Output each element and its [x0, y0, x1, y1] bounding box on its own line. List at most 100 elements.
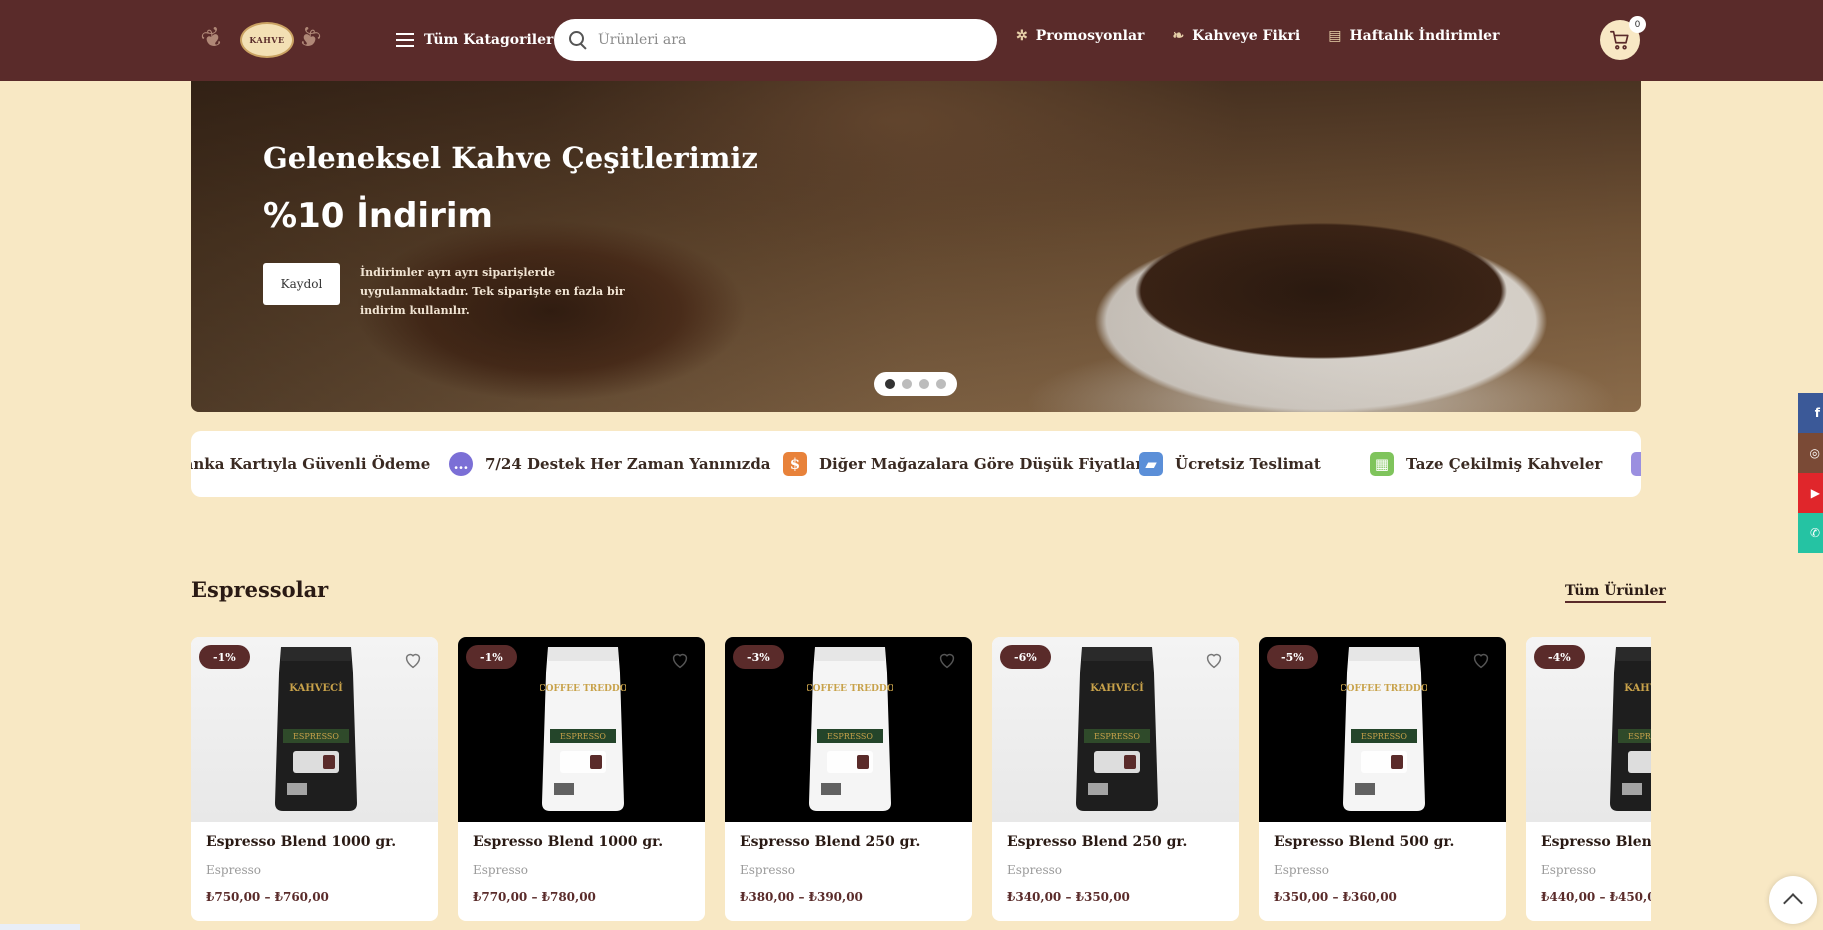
social-sidebar: f ◎ ▶ ✆: [1798, 393, 1823, 553]
search-input[interactable]: [598, 32, 978, 48]
brand-logo-text: COFFEE TREDDO: [540, 684, 626, 694]
product-image[interactable]: KAHVECİ ESPRESSO -1%: [191, 637, 438, 822]
product-category[interactable]: Espresso: [1007, 863, 1062, 877]
bag-label-text: ESPRESSO: [827, 732, 873, 741]
wishlist-heart-icon[interactable]: [669, 649, 691, 671]
discount-badge: -1%: [466, 645, 517, 669]
coffee-bag-image: COFFEE TREDDO ESPRESSO: [540, 647, 626, 811]
product-price: ₺340,00 – ₺350,00: [1007, 890, 1130, 904]
product-card[interactable]: COFFEE TREDDO ESPRESSO -3% Espresso Blend…: [725, 637, 972, 921]
bag-label-text: ESPRESSO: [560, 732, 606, 741]
slider-dot-4[interactable]: [936, 379, 946, 389]
signup-button[interactable]: Kaydol: [263, 263, 340, 305]
coffee-bag-image: COFFEE TREDDO ESPRESSO: [1341, 647, 1427, 811]
site-logo[interactable]: ❦ KAHVE ❦: [197, 20, 325, 60]
search-icon[interactable]: [568, 30, 588, 50]
feature-next: [1631, 431, 1641, 497]
slider-dot-1[interactable]: [885, 379, 895, 389]
hero-banner: Geleneksel Kahve Çeşitlerimiz %10 İndiri…: [191, 81, 1641, 412]
features-bar: ▭ Banka Kartıyla Güvenli Ödeme … 7/24 De…: [191, 431, 1641, 497]
product-title[interactable]: Espresso Blend 1000 gr.: [473, 834, 663, 850]
hero-note: İndirimler ayrı ayrı siparişlerde uygula…: [360, 266, 625, 317]
hamburger-menu-icon: [396, 33, 414, 47]
nav-promotions[interactable]: ✲ Promosyonlar: [1016, 28, 1144, 44]
coffee-bag-image: COFFEE TREDDO ESPRESSO: [807, 647, 893, 811]
chat-icon: …: [449, 452, 473, 476]
product-title[interactable]: Espresso Blend 250 gr.: [1007, 834, 1187, 850]
product-card[interactable]: COFFEE TREDDO ESPRESSO -5% Espresso Blend…: [1259, 637, 1506, 921]
promo-icon: ✲: [1016, 28, 1028, 44]
product-image[interactable]: COFFEE TREDDO ESPRESSO -5%: [1259, 637, 1506, 822]
slider-dots: [874, 372, 957, 396]
product-category[interactable]: Espresso: [740, 863, 795, 877]
discount-badge: -6%: [1000, 645, 1051, 669]
product-title[interactable]: Espresso Blend 500 gr.: [1541, 834, 1651, 850]
hero-subtitle: %10 İndirim: [263, 196, 493, 236]
discount-badge: -3%: [733, 645, 784, 669]
bag-label-text: ESPRESSO: [1094, 732, 1140, 741]
product-price: ₺380,00 – ₺390,00: [740, 890, 863, 904]
gift-icon: ▦: [1370, 452, 1394, 476]
cart-button[interactable]: 0: [1600, 16, 1646, 60]
all-categories-button[interactable]: Tüm Katagoriler: [396, 26, 553, 54]
feature-low-prices: $ Diğer Mağazalara Göre Düşük Fiyatlar: [783, 431, 1143, 497]
logo-badge: KAHVE: [240, 22, 294, 58]
bag-label-text: ESPRESSO: [293, 732, 339, 741]
discount-badge: -1%: [199, 645, 250, 669]
product-price: ₺440,00 – ₺450,00: [1541, 890, 1651, 904]
feature-free-delivery: ▰ Ücretsiz Teslimat: [1139, 431, 1321, 497]
nav-weekly-deals[interactable]: ▤ Haftalık İndirimler: [1328, 28, 1499, 44]
search-bar: [554, 19, 997, 61]
wishlist-heart-icon[interactable]: [1470, 649, 1492, 671]
product-card[interactable]: KAHVECİ ESPRESSO -4% Espresso Blend 500 g…: [1526, 637, 1651, 921]
instagram-icon[interactable]: ◎: [1798, 433, 1823, 473]
product-title[interactable]: Espresso Blend 1000 gr.: [206, 834, 396, 850]
coffee-bag-image: KAHVECİ ESPRESSO: [1076, 647, 1158, 811]
brand-logo-text: KAHVECİ: [1090, 681, 1144, 694]
product-image[interactable]: KAHVECİ ESPRESSO -6%: [992, 637, 1239, 822]
wishlist-heart-icon[interactable]: [936, 649, 958, 671]
product-title[interactable]: Espresso Blend 500 gr.: [1274, 834, 1454, 850]
product-category[interactable]: Espresso: [1541, 863, 1596, 877]
discount-badge: -4%: [1534, 645, 1585, 669]
product-category[interactable]: Espresso: [206, 863, 261, 877]
leaf-icon: ❦: [196, 20, 230, 58]
brand-logo-text: KAHVECİ: [1624, 681, 1651, 694]
product-card[interactable]: KAHVECİ ESPRESSO -1% Espresso Blend 1000 …: [191, 637, 438, 921]
slider-dot-2[interactable]: [902, 379, 912, 389]
coffee-bag-image: KAHVECİ ESPRESSO: [275, 647, 357, 811]
youtube-icon[interactable]: ▶: [1798, 473, 1823, 513]
product-image[interactable]: COFFEE TREDDO ESPRESSO -3%: [725, 637, 972, 822]
cart-icon: [1610, 30, 1629, 50]
coffee-bag-image: KAHVECİ ESPRESSO: [1610, 647, 1651, 811]
extra-feature-icon: [1631, 452, 1641, 476]
hero-title: Geleneksel Kahve Çeşitlerimiz: [263, 141, 758, 175]
product-card[interactable]: KAHVECİ ESPRESSO -6% Espresso Blend 250 g…: [992, 637, 1239, 921]
slider-dot-3[interactable]: [919, 379, 929, 389]
all-products-link[interactable]: Tüm Ürünler: [1565, 583, 1666, 603]
coffee-bean-icon: ❧: [1172, 28, 1185, 44]
money-icon: ▤: [1328, 28, 1342, 44]
feature-fresh-coffee: ▦ Taze Çekilmiş Kahveler: [1370, 431, 1602, 497]
nav-coffee-idea[interactable]: ❧ Kahveye Fikri: [1172, 28, 1300, 44]
brand-logo-text: KAHVECİ: [289, 681, 343, 694]
wishlist-heart-icon[interactable]: [402, 649, 424, 671]
product-card[interactable]: COFFEE TREDDO ESPRESSO -1% Espresso Blend…: [458, 637, 705, 921]
truck-icon: ▰: [1139, 452, 1163, 476]
product-category[interactable]: Espresso: [1274, 863, 1329, 877]
product-category[interactable]: Espresso: [473, 863, 528, 877]
facebook-icon[interactable]: f: [1798, 393, 1823, 433]
product-price: ₺750,00 – ₺760,00: [206, 890, 329, 904]
product-title[interactable]: Espresso Blend 250 gr.: [740, 834, 920, 850]
wishlist-heart-icon[interactable]: [1203, 649, 1225, 671]
leaf-icon: ❦: [292, 20, 326, 58]
product-price: ₺770,00 – ₺780,00: [473, 890, 596, 904]
whatsapp-icon[interactable]: ✆: [1798, 513, 1823, 553]
back-to-top-button[interactable]: [1769, 876, 1817, 924]
product-image[interactable]: COFFEE TREDDO ESPRESSO -1%: [458, 637, 705, 822]
header-nav: ✲ Promosyonlar ❧ Kahveye Fikri ▤ Haftalı…: [1016, 28, 1527, 44]
product-image[interactable]: KAHVECİ ESPRESSO -4%: [1526, 637, 1651, 822]
section-title: Espressolar: [191, 577, 329, 602]
cart-count-badge: 0: [1629, 16, 1646, 33]
brand-logo-text: COFFEE TREDDO: [807, 684, 893, 694]
